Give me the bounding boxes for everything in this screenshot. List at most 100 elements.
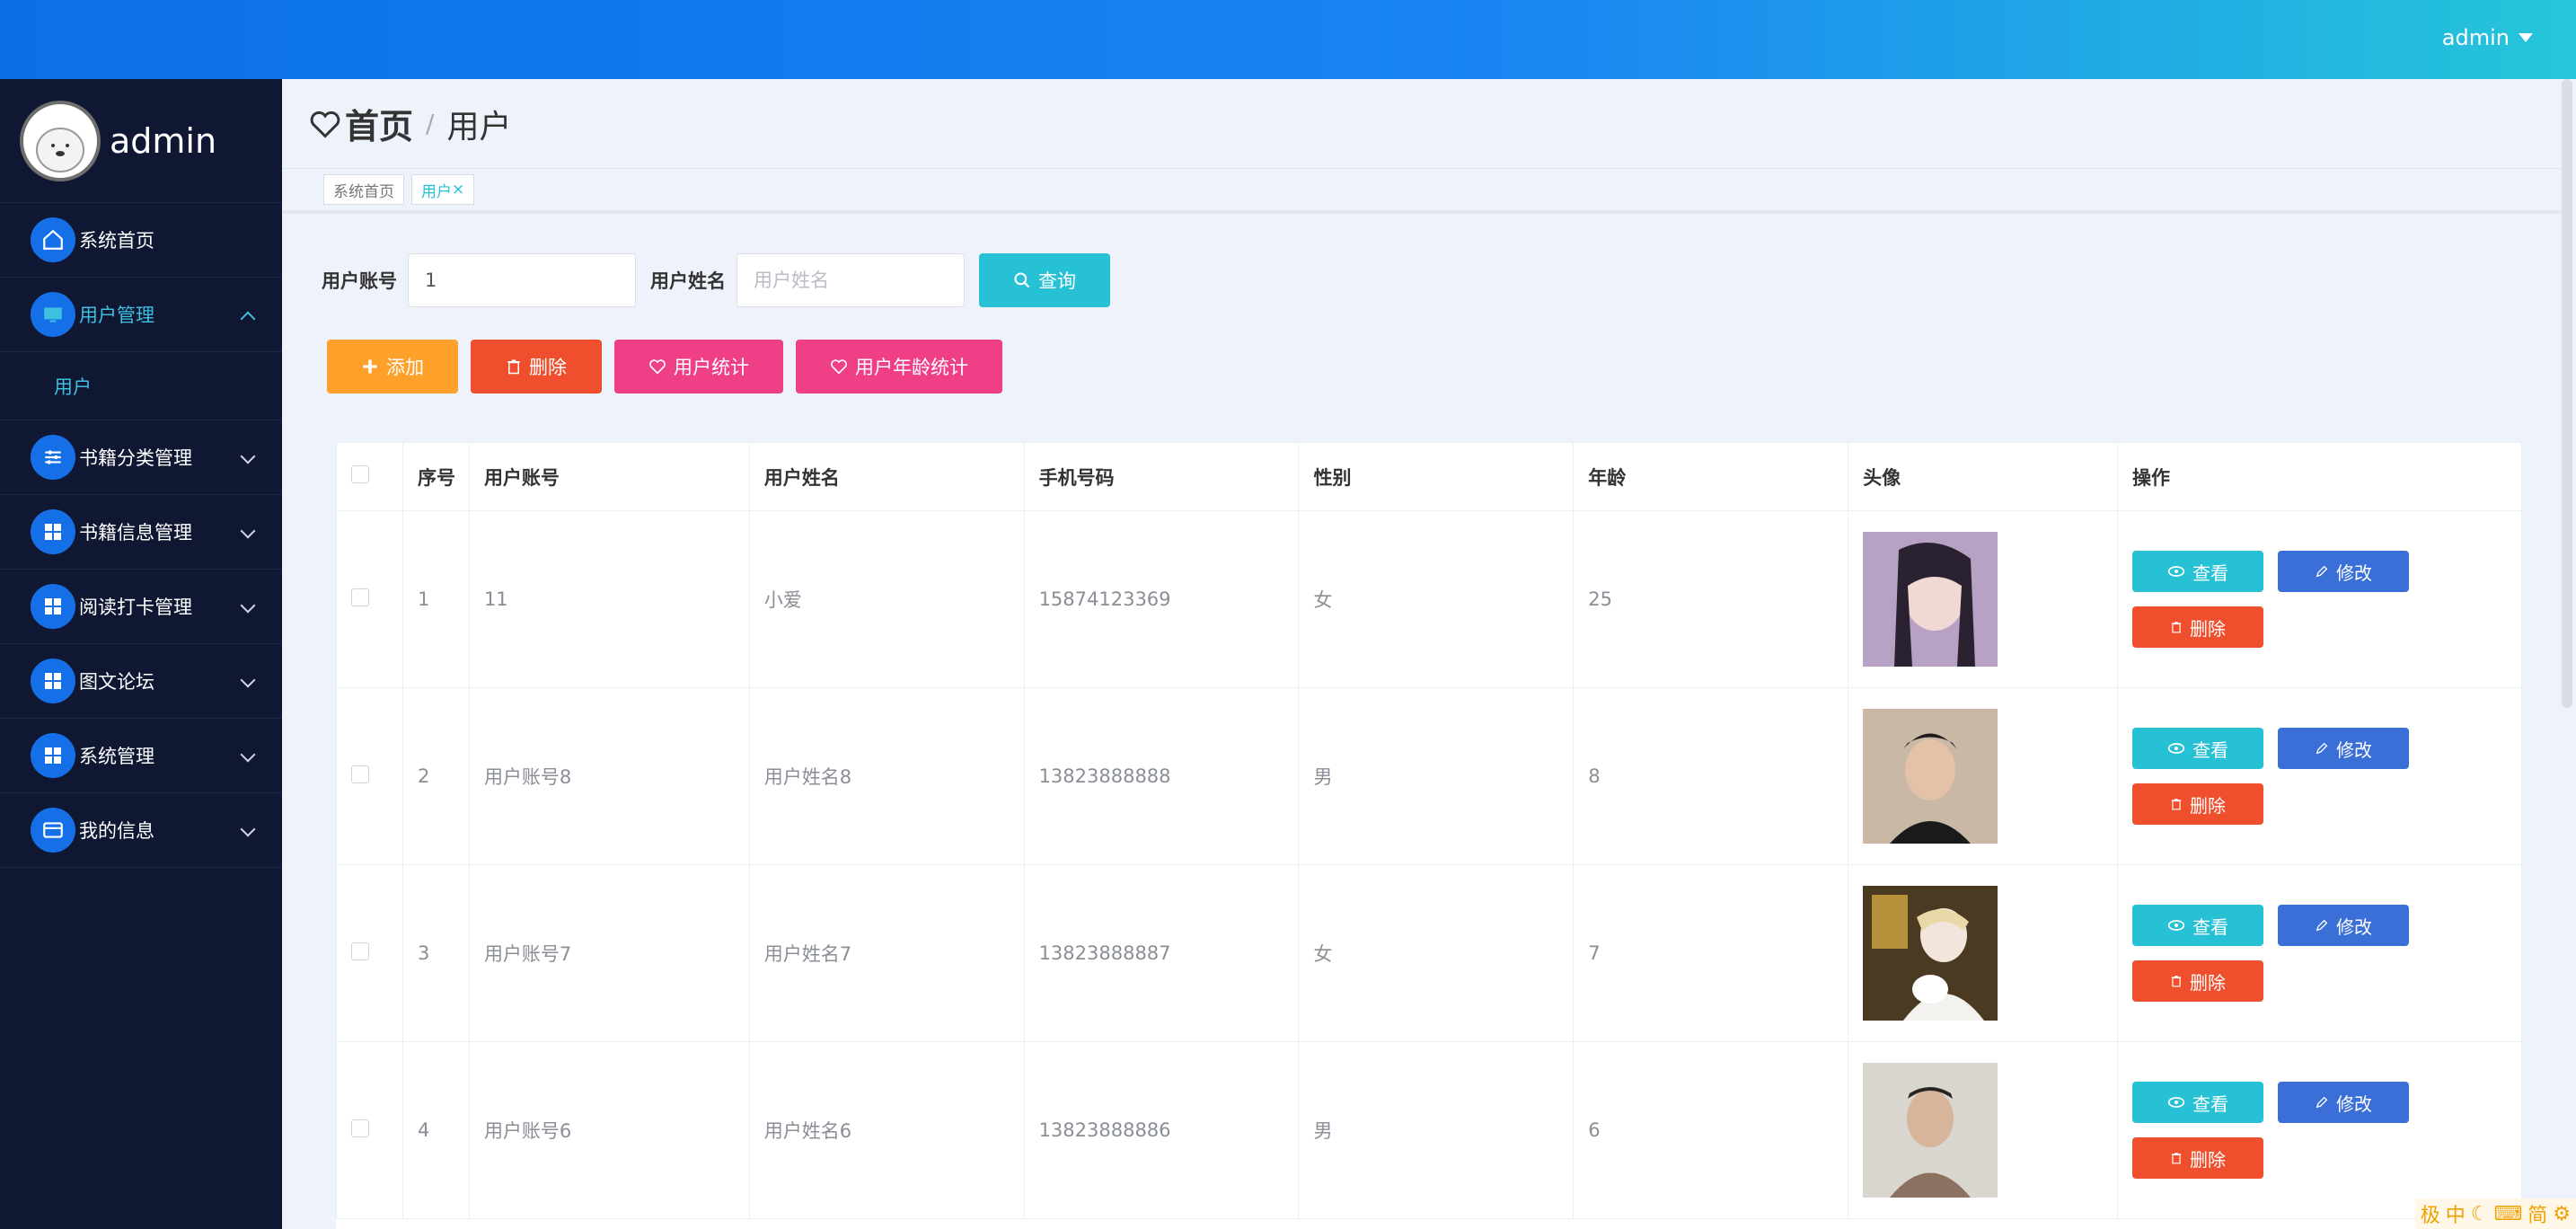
row-delete-button-label: 删除 <box>2190 617 2227 640</box>
cell-phone: 13823888887 <box>1023 864 1300 1042</box>
edit-button[interactable]: 修改 <box>2278 1082 2410 1123</box>
view-button[interactable]: 查看 <box>2132 551 2264 592</box>
chevron-down-icon <box>240 821 256 837</box>
sliders-icon <box>31 435 75 480</box>
sidebar-item-reading-checkin[interactable]: 阅读打卡管理 <box>0 570 282 644</box>
main-content: 首页 / 用户 系统首页 用户 × 用户账号 用户姓名 查询 添加 删除 <box>282 79 2563 1229</box>
sidebar-item-my-info[interactable]: 我的信息 <box>0 793 282 868</box>
delete-button-label: 删除 <box>529 357 567 378</box>
add-button[interactable]: 添加 <box>327 340 458 393</box>
tag-home[interactable]: 系统首页 <box>323 174 404 205</box>
tag-user[interactable]: 用户 × <box>411 174 475 205</box>
pencil-icon <box>2316 919 2328 932</box>
view-button[interactable]: 查看 <box>2132 1082 2264 1123</box>
cell-avatar <box>1848 687 2119 865</box>
edit-button-label: 修改 <box>2336 915 2373 938</box>
row-delete-button[interactable]: 删除 <box>2132 783 2264 825</box>
edit-button[interactable]: 修改 <box>2278 551 2410 592</box>
name-input[interactable] <box>737 253 965 307</box>
sidebar-item-label: 图文论坛 <box>79 671 154 693</box>
trash-icon <box>507 359 520 375</box>
row-checkbox[interactable] <box>351 942 369 960</box>
grid-icon <box>31 584 75 629</box>
chevron-down-icon <box>240 672 256 688</box>
cell-name: 用户姓名6 <box>748 1041 1025 1219</box>
ime-toolbar[interactable]: 极 中 ☾ ⌨ 简 ⚙ <box>2414 1198 2576 1229</box>
page-scrollbar[interactable] <box>2562 79 2572 708</box>
name-label: 用户姓名 <box>650 270 726 292</box>
edit-button[interactable]: 修改 <box>2278 728 2410 769</box>
keyboard-icon[interactable]: ⌨ <box>2493 1203 2522 1225</box>
sidebar-subitem-user[interactable]: 用户 <box>0 352 282 420</box>
view-button[interactable]: 查看 <box>2132 905 2264 946</box>
edit-button-label: 修改 <box>2336 1092 2373 1115</box>
cell-account: 用户账号7 <box>468 864 750 1042</box>
breadcrumb: 首页 / 用户 <box>282 79 2563 169</box>
breadcrumb-home-label: 首页 <box>345 107 414 146</box>
row-checkbox[interactable] <box>351 1118 369 1137</box>
delete-button[interactable]: 删除 <box>471 340 602 393</box>
edit-button-label: 修改 <box>2336 561 2373 584</box>
cell-age: 6 <box>1573 1041 1849 1219</box>
heart-icon <box>649 359 666 375</box>
moon-icon[interactable]: ☾ <box>2471 1203 2489 1225</box>
breadcrumb-home[interactable]: 首页 <box>309 99 413 148</box>
tag-label: 用户 <box>421 182 452 201</box>
cell-operations: 查看 修改 删除 <box>2117 1041 2522 1219</box>
row-checkbox[interactable] <box>351 588 369 606</box>
sidebar-item-book-category[interactable]: 书籍分类管理 <box>0 420 282 495</box>
view-button-label: 查看 <box>2192 561 2229 584</box>
table-header-row: 序号 用户账号 用户姓名 手机号码 性别 年龄 头像 操作 <box>336 442 2522 511</box>
column-header: 年龄 <box>1573 442 1849 511</box>
bear-avatar-icon <box>36 127 84 172</box>
ime-item[interactable]: 简 <box>2527 1199 2547 1228</box>
row-delete-button[interactable]: 删除 <box>2132 960 2264 1002</box>
ime-item[interactable]: 中 <box>2446 1199 2466 1228</box>
row-delete-button[interactable]: 删除 <box>2132 606 2264 648</box>
table-row: 4 用户账号6 用户姓名6 13823888886 男 6 查看 修改 删除 <box>336 1041 2522 1219</box>
sidebar-item-user-management[interactable]: 用户管理 <box>0 278 282 352</box>
user-stats-button-label: 用户统计 <box>674 357 749 378</box>
column-header: 头像 <box>1848 442 2119 511</box>
tags-bar: 系统首页 用户 × <box>282 169 2563 214</box>
trash-icon <box>2171 799 2182 810</box>
sidebar-item-label: 我的信息 <box>79 820 154 842</box>
monitor-icon <box>31 292 75 337</box>
account-input[interactable] <box>408 253 636 307</box>
sidebar-item-label: 系统首页 <box>79 230 154 252</box>
sidebar-brand-name: admin <box>110 120 217 161</box>
cell-avatar <box>1848 510 2119 688</box>
query-button[interactable]: 查询 <box>979 253 1110 307</box>
column-header: 用户账号 <box>468 442 750 511</box>
cell-gender: 男 <box>1298 1041 1575 1219</box>
sidebar-item-forum[interactable]: 图文论坛 <box>0 644 282 719</box>
grid-icon <box>31 509 75 554</box>
close-icon[interactable]: × <box>452 181 464 199</box>
user-stats-button[interactable]: 用户统计 <box>614 340 783 393</box>
user-menu[interactable]: admin <box>2442 25 2533 50</box>
ime-item[interactable]: 极 <box>2421 1199 2440 1228</box>
table-row: 1 11 小爱 15874123369 女 25 查看 修改 删除 <box>336 510 2522 688</box>
sidebar-item-label: 用户管理 <box>79 305 154 326</box>
age-stats-button[interactable]: 用户年龄统计 <box>796 340 1002 393</box>
trash-icon <box>2171 622 2182 633</box>
heart-icon <box>310 111 340 138</box>
sidebar-item-system[interactable]: 系统管理 <box>0 719 282 793</box>
select-all-cell <box>336 442 403 511</box>
sidebar-item-book-info[interactable]: 书籍信息管理 <box>0 495 282 570</box>
view-button[interactable]: 查看 <box>2132 728 2264 769</box>
sidebar-item-home[interactable]: 系统首页 <box>0 203 282 278</box>
cell-age: 25 <box>1573 510 1849 688</box>
edit-button[interactable]: 修改 <box>2278 905 2410 946</box>
grid-icon <box>31 733 75 778</box>
wallet-icon <box>31 808 75 853</box>
cell-operations: 查看 修改 删除 <box>2117 510 2522 688</box>
select-all-checkbox[interactable] <box>351 465 369 483</box>
gear-icon[interactable]: ⚙ <box>2553 1203 2571 1225</box>
row-checkbox[interactable] <box>351 765 369 783</box>
view-button-label: 查看 <box>2192 915 2229 938</box>
chevron-down-icon <box>240 747 256 763</box>
column-header: 用户姓名 <box>748 442 1025 511</box>
row-delete-button[interactable]: 删除 <box>2132 1137 2264 1179</box>
search-form: 用户账号 用户姓名 查询 <box>322 253 1110 307</box>
